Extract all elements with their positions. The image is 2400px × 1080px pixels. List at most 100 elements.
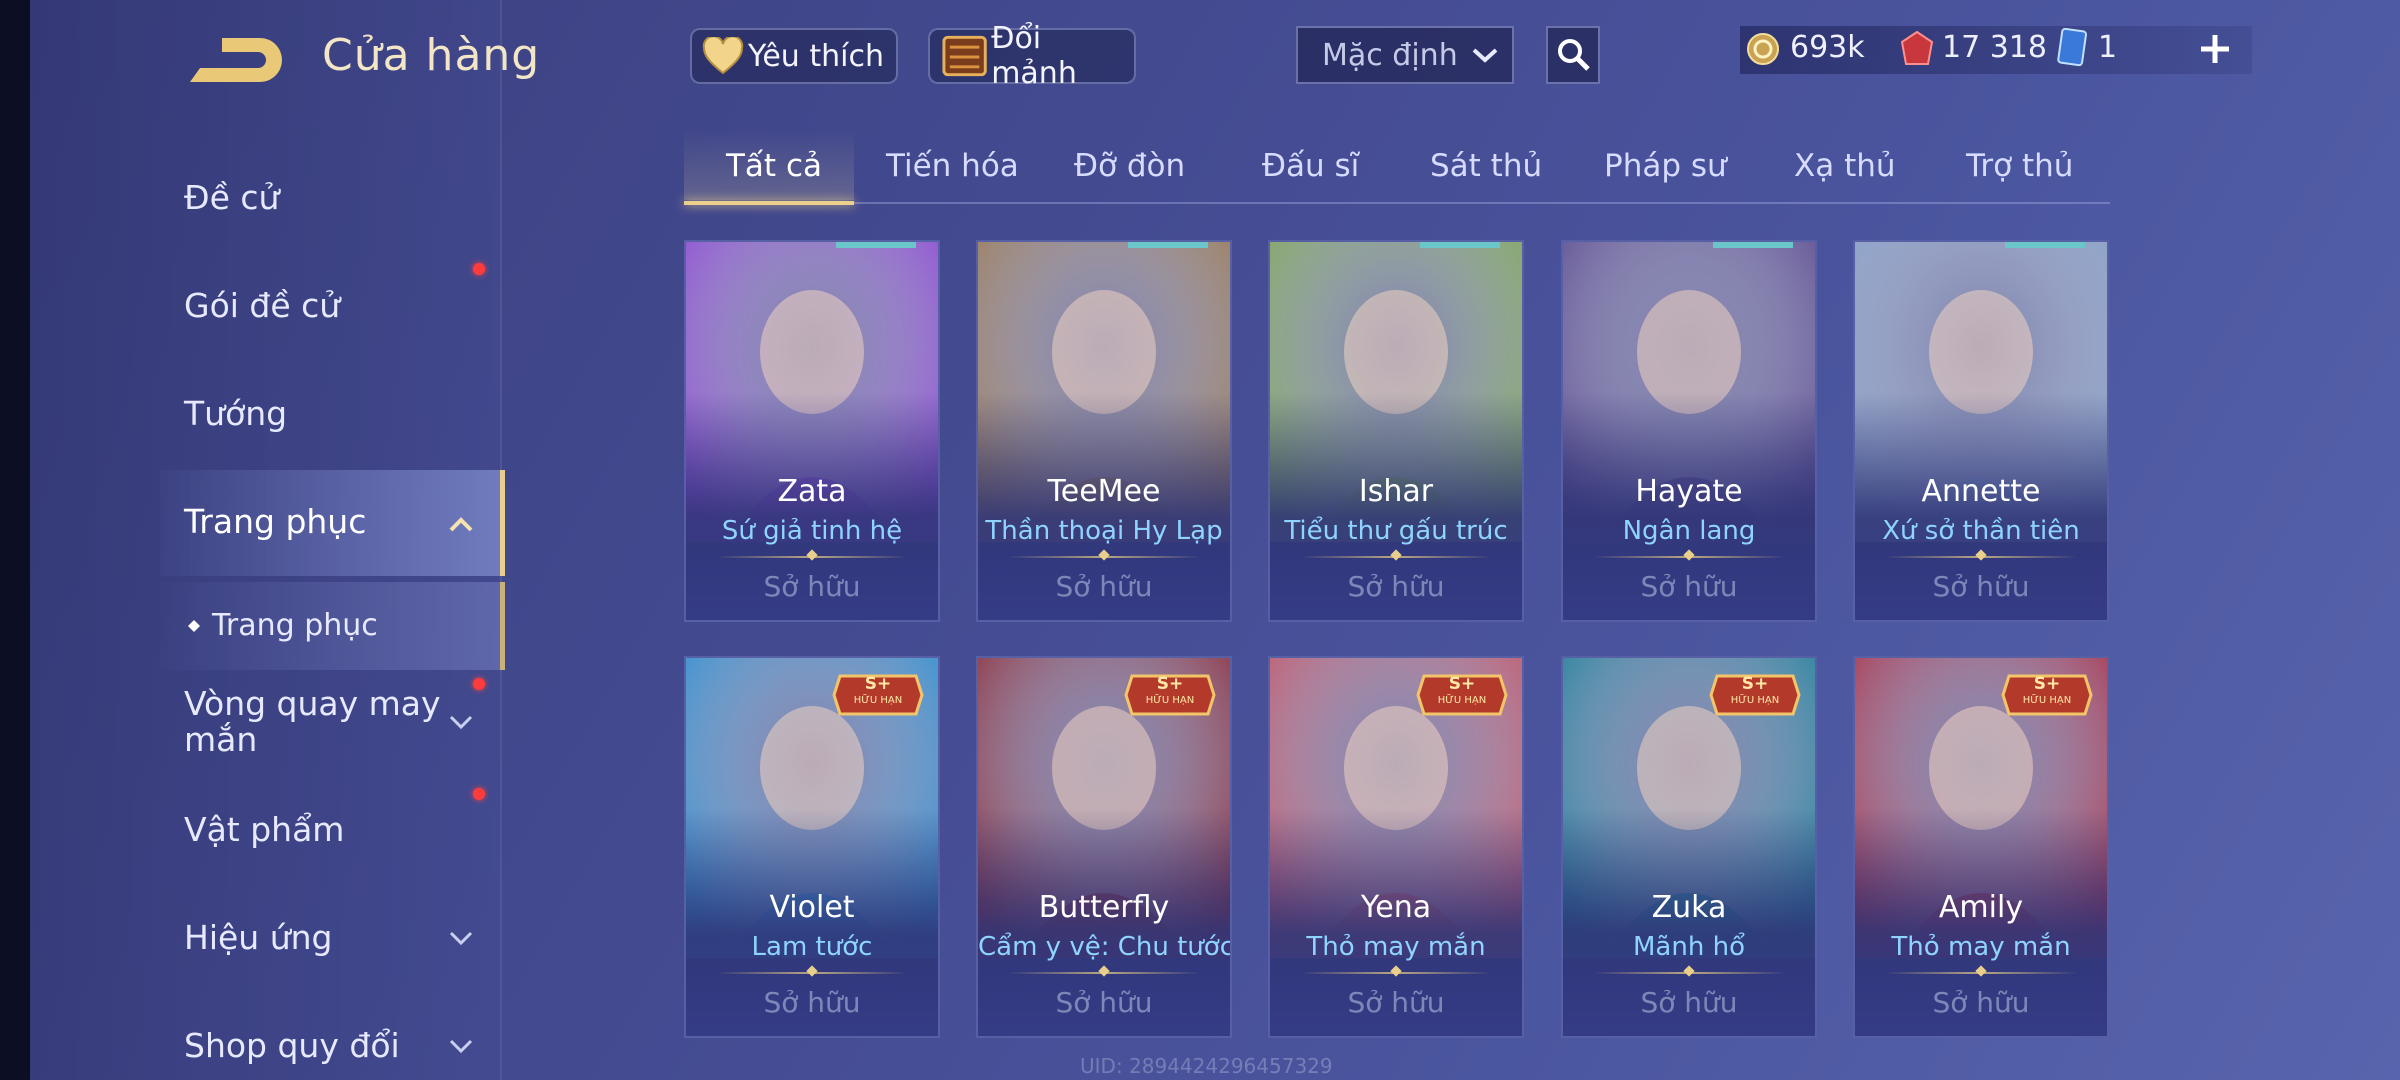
card-divider [1885,549,2077,561]
favorite-label: Yêu thích [748,38,884,74]
gold-coin-icon [1747,33,1779,65]
badge-rank: S+ [1448,674,1476,694]
limited-badge: S+ HỮU HẠN [832,672,924,718]
owned-status: Sở hữu [1347,570,1445,603]
hero-name: TeeMee [1047,474,1161,509]
chevron-down-icon[interactable] [448,928,474,948]
notification-dot [473,263,485,275]
badge-rank: S+ [1741,674,1769,694]
tab-tro-thu[interactable]: Trợ thủ [1966,148,2073,184]
limited-badge: S+ HỮU HẠN [1709,672,1801,718]
skin-card[interactable]: Annette Xứ sở thần tiên Sở hữu [1853,240,2109,622]
blue-card-icon [2057,28,2088,67]
skin-card[interactable]: Violet Lam tước Sở hữu S+ HỮU HẠN [684,656,940,1038]
exchange-label: Đổi mảnh [991,21,1077,91]
tab-phap-su[interactable]: Pháp sư [1604,148,1727,184]
card-divider [1008,965,1200,977]
skin-card[interactable]: Zuka Mãnh hổ Sở hữu S+ HỮU HẠN [1561,656,1817,1038]
hero-name: Yena [1360,890,1432,925]
sidebar-item-trang-phuc[interactable]: Trang phục [184,502,366,541]
hero-name: Zata [777,474,847,509]
heart-icon [702,37,744,75]
uid-watermark: UID: 2894424296457329 [1080,1054,1333,1078]
search-icon [1558,39,1590,71]
badge-limited: HỮU HẠN [1730,695,1780,706]
badge-rank: S+ [1156,674,1184,694]
hero-name: Amily [1938,890,2024,925]
tab-xa-thu[interactable]: Xạ thủ [1794,148,1896,184]
tab-dau-si[interactable]: Đấu sĩ [1262,148,1359,184]
sidebar-item-shop-quy-doi[interactable]: Shop quy đổi [184,1026,400,1065]
tab-sat-thu[interactable]: Sát thủ [1430,148,1542,184]
owned-status: Sở hữu [1932,570,2030,603]
sidebar-item-vat-pham[interactable]: Vật phẩm [184,810,344,849]
category-tabs: Tất cả Tiến hóa Đỡ đòn Đấu sĩ Sát thủ Ph… [684,130,2110,205]
sort-dropdown[interactable]: Mặc định [1296,26,1514,84]
skin-name: Tiểu thư gấu trúc [1284,516,1508,546]
card-divider [1593,965,1785,977]
badge-limited: HỮU HẠN [853,695,903,706]
skin-card[interactable]: Butterfly Cẩm y vệ: Chu tước Sở hữu S+ HỮU H… [976,656,1232,1038]
skin-card[interactable]: TeeMee Thần thoại Hy Lạp Sở hữu [976,240,1232,622]
skin-name: Thỏ may mắn [1891,932,2071,962]
add-currency-icon[interactable] [2198,32,2232,66]
favorite-button[interactable]: Yêu thích [690,28,898,84]
skin-card[interactable]: Zata Sứ giả tinh hệ Sở hữu [684,240,940,622]
card-divider [1300,549,1492,561]
skin-card[interactable]: Amily Thỏ may mắn Sở hữu S+ HỮU HẠN [1853,656,2109,1038]
red-voucher-icon [1900,30,1934,65]
sidebar-item-goi-de-cu[interactable]: Gói đề cử [184,286,340,325]
hero-name: Butterfly [1038,890,1170,925]
limited-badge: S+ HỮU HẠN [2001,672,2093,718]
card-top-marker [2005,242,2085,248]
card-divider [1300,965,1492,977]
gold-amount: 693k [1790,30,1865,65]
notification-dot [473,788,485,800]
owned-status: Sở hữu [763,570,861,603]
skin-card[interactable]: Ishar Tiểu thư gấu trúc Sở hữu [1268,240,1524,622]
notification-dot [473,678,485,690]
owned-status: Sở hữu [763,986,861,1019]
sidebar-subitem-trang-phuc[interactable]: Trang phục [212,608,378,643]
sidebar-item-vong-quay[interactable]: Vòng quay may mắn [184,686,444,758]
card-top-marker [1128,242,1208,248]
chevron-down-icon[interactable] [448,712,474,732]
skin-name: Thỏ may mắn [1306,932,1486,962]
tab-tien-hoa[interactable]: Tiến hóa [886,148,1019,184]
active-tab-underline [684,201,854,205]
skin-name: Xứ sở thần tiên [1882,516,2080,546]
search-button[interactable] [1546,26,1600,84]
card-divider [1885,965,2077,977]
tab-tat-ca[interactable]: Tất cả [726,148,822,184]
hero-name: Violet [769,890,855,925]
chevron-up-icon[interactable] [448,514,474,534]
tab-do-don[interactable]: Đỡ đòn [1074,148,1185,184]
sort-value: Mặc định [1322,37,1458,73]
back-arrow-icon[interactable] [182,32,282,88]
owned-status: Sở hữu [1640,986,1738,1019]
exchange-fragments-button[interactable]: Đổi mảnh [928,21,1136,91]
card-divider [1593,549,1785,561]
skin-name: Thần thoại Hy Lạp [985,516,1223,546]
skin-name: Mãnh hổ [1633,932,1745,962]
chevron-down-icon [1472,48,1498,63]
fragment-chest-icon [942,35,987,77]
sidebar-item-hieu-ung[interactable]: Hiệu ứng [184,918,332,957]
card-top-marker [836,242,916,248]
hero-name: Ishar [1358,474,1434,509]
skin-card[interactable]: Yena Thỏ may mắn Sở hữu S+ HỮU HẠN [1268,656,1524,1038]
left-screen-edge [0,0,30,1080]
sidebar-item-de-cu[interactable]: Đề cử [184,178,279,217]
card-top-marker [1420,242,1500,248]
skin-name: Lam tước [751,932,873,962]
chevron-down-icon[interactable] [448,1036,474,1056]
sidebar-item-tuong[interactable]: Tướng [184,394,287,433]
limited-badge: S+ HỮU HẠN [1416,672,1508,718]
card-amount: 1 [2098,30,2118,65]
card-divider [1008,549,1200,561]
limited-badge: S+ HỮU HẠN [1124,672,1216,718]
skin-name: Sứ giả tinh hệ [721,516,903,546]
card-divider [716,549,908,561]
owned-status: Sở hữu [1347,986,1445,1019]
skin-card[interactable]: Hayate Ngân lang Sở hữu [1561,240,1817,622]
